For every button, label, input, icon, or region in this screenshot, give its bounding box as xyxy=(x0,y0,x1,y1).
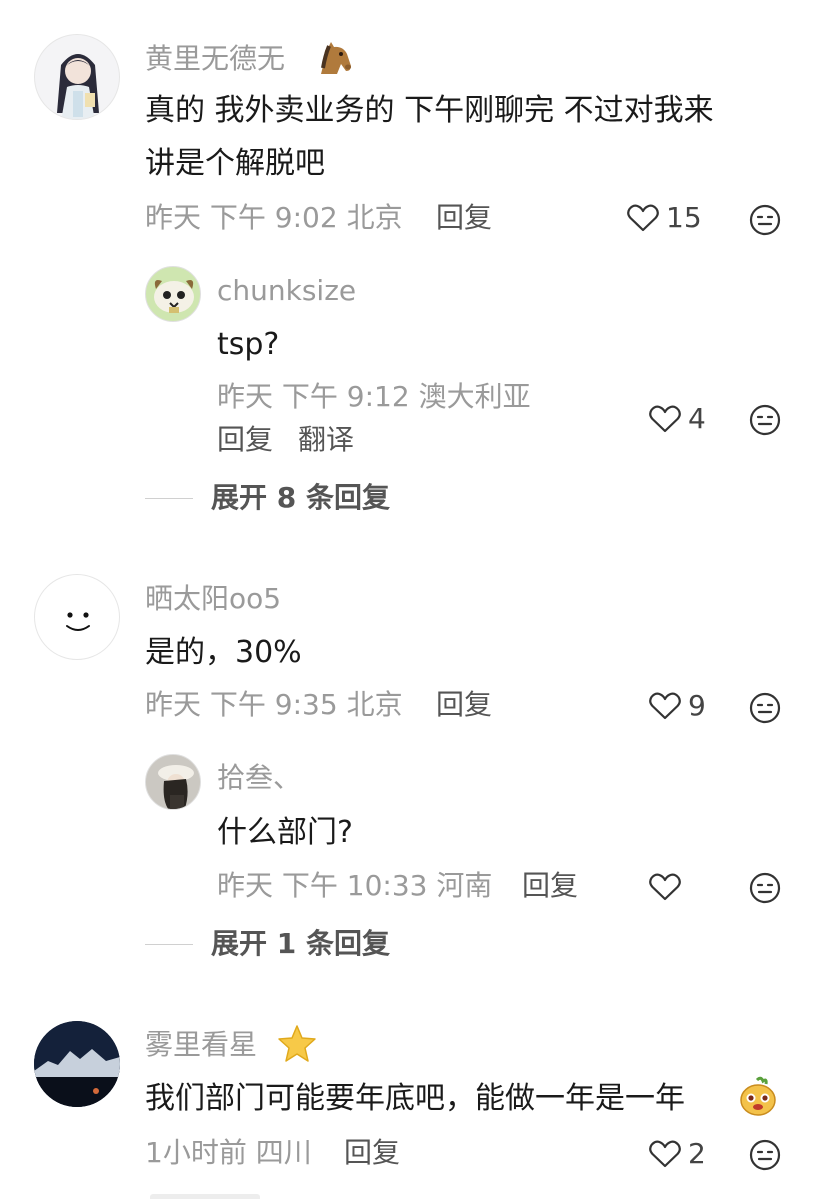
heart-outline-icon xyxy=(649,405,681,433)
comment-text: 我们部门可能要年底吧，能做一年是一年 xyxy=(145,1081,685,1116)
reply-text: tsp? xyxy=(217,327,280,362)
comment-timestamp: 昨天 下午 9:35 北京 xyxy=(145,688,403,721)
yellow-face-icon xyxy=(737,1076,779,1122)
comment-text: 讲是个解脱吧 xyxy=(145,146,325,181)
reply-text: 什么部门? xyxy=(217,815,353,850)
avatar[interactable] xyxy=(145,266,201,322)
expand-replies-label: 展开 8 条回复 xyxy=(211,481,390,514)
comment-timestamp: 1小时前 四川 xyxy=(145,1136,312,1169)
comment-timestamp: 昨天 下午 9:02 北京 xyxy=(145,201,403,234)
like-button[interactable]: 4 xyxy=(648,404,706,434)
avatar[interactable] xyxy=(145,754,201,810)
next-avatar-peek xyxy=(150,1194,260,1199)
expand-replies-label: 展开 1 条回复 xyxy=(211,927,390,960)
neutral-face-icon[interactable] xyxy=(749,872,781,904)
reply-author[interactable]: 拾叁、 xyxy=(217,764,301,792)
avatar[interactable] xyxy=(34,574,120,660)
reply-button[interactable]: 回复 xyxy=(436,691,492,719)
heart-outline-icon xyxy=(649,1140,681,1168)
like-button[interactable] xyxy=(648,872,688,902)
heart-outline-icon xyxy=(649,692,681,720)
like-count: 15 xyxy=(666,201,702,234)
reply-button[interactable]: 回复 xyxy=(344,1139,400,1167)
like-count: 4 xyxy=(688,402,706,435)
like-count: 9 xyxy=(688,689,706,722)
reply-timestamp: 昨天 下午 10:33 河南 xyxy=(217,869,493,902)
reply-button[interactable]: 回复 xyxy=(522,872,578,900)
comment-text: 真的 我外卖业务的 下午刚聊完 不过对我来 xyxy=(145,93,714,128)
like-count: 2 xyxy=(688,1137,706,1170)
neutral-face-icon[interactable] xyxy=(749,204,781,236)
neutral-face-icon[interactable] xyxy=(749,692,781,724)
neutral-face-icon[interactable] xyxy=(749,404,781,436)
neutral-face-icon[interactable] xyxy=(749,1139,781,1171)
horse-icon xyxy=(315,40,355,80)
reply-button[interactable]: 回复 xyxy=(436,204,492,232)
avatar[interactable] xyxy=(34,34,120,120)
star-icon xyxy=(276,1024,318,1068)
divider xyxy=(145,497,193,499)
reply-timestamp: 昨天 下午 9:12 澳大利亚 xyxy=(217,380,531,413)
divider xyxy=(145,943,193,945)
avatar[interactable] xyxy=(34,1021,120,1107)
reply-author[interactable]: chunksize xyxy=(217,277,356,305)
heart-outline-icon xyxy=(627,204,659,232)
heart-outline-icon xyxy=(649,873,681,901)
comment-author[interactable]: 黄里无德无 xyxy=(145,45,285,73)
comment-author[interactable]: 雾里看星 xyxy=(145,1031,257,1059)
like-button[interactable]: 2 xyxy=(648,1139,706,1169)
comment-author[interactable]: 晒太阳oo5 xyxy=(145,585,281,613)
like-button[interactable]: 9 xyxy=(648,691,706,721)
expand-replies-button[interactable]: 展开 1 条回复 xyxy=(145,930,390,958)
reply-button[interactable]: 回复 xyxy=(217,426,273,454)
like-button[interactable]: 15 xyxy=(626,203,702,233)
comment-text: 是的，30% xyxy=(145,635,302,670)
translate-button[interactable]: 翻译 xyxy=(298,426,354,454)
expand-replies-button[interactable]: 展开 8 条回复 xyxy=(145,484,390,512)
